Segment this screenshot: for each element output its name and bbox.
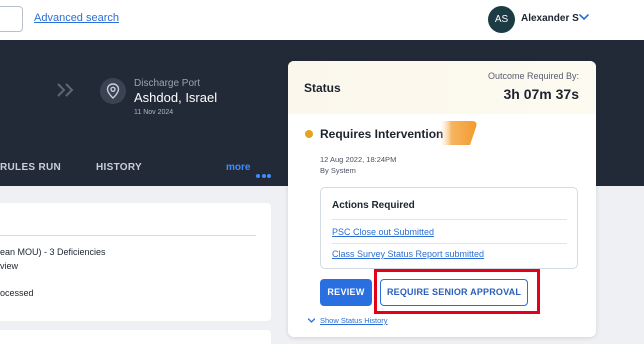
divider — [332, 243, 567, 244]
review-button[interactable]: REVIEW — [320, 279, 372, 306]
show-status-history-link[interactable]: Show Status History — [320, 316, 388, 325]
discharge-port-date: 11 Nov 2024 — [134, 109, 174, 116]
actions-required-box: Actions Required PSC Close out Submitted… — [320, 187, 578, 269]
status-timestamp: 12 Aug 2022, 18:24PM — [320, 155, 397, 164]
outcome-required-label: Outcome Required By: — [487, 71, 579, 81]
divider — [332, 219, 567, 220]
double-chevron-right-icon — [57, 83, 74, 97]
status-indicator-dot — [305, 130, 313, 138]
user-name[interactable]: Alexander S — [521, 13, 579, 24]
chevron-down-icon[interactable] — [307, 316, 316, 325]
tab-rules-run[interactable]: RULES RUN — [0, 162, 61, 173]
inspection-detail: view — [0, 261, 19, 271]
inspection-card — [0, 203, 271, 321]
status-state-label: Requires Intervention — [320, 127, 444, 141]
chevron-down-icon[interactable] — [577, 10, 591, 24]
action-link-class-survey[interactable]: Class Survey Status Report submitted — [332, 249, 484, 259]
secondary-card — [0, 330, 271, 344]
status-flag-badge — [438, 121, 477, 145]
more-dots-icon[interactable] — [256, 165, 273, 183]
status-author: By System — [320, 166, 356, 175]
discharge-port-label: Discharge Port — [134, 78, 201, 89]
actions-required-title: Actions Required — [332, 200, 415, 211]
inspection-summary: ean MOU) - 3 Deficiencies — [0, 247, 106, 257]
status-title: Status — [304, 81, 341, 95]
outcome-countdown: 3h 07m 37s — [503, 86, 580, 102]
discharge-port-name: Ashdod, Israel — [134, 90, 218, 105]
search-input[interactable] — [0, 6, 23, 32]
tab-more[interactable]: more — [226, 162, 250, 173]
inspection-status: ocessed — [0, 288, 34, 298]
avatar[interactable]: AS — [488, 6, 515, 33]
top-bar: Advanced search AS Alexander S — [0, 0, 644, 40]
action-link-psc-closeout[interactable]: PSC Close out Submitted — [332, 227, 434, 237]
highlight-box — [374, 269, 540, 314]
location-pin-icon — [100, 78, 126, 104]
tab-history[interactable]: HISTORY — [96, 162, 142, 173]
divider — [0, 235, 256, 236]
advanced-search-link[interactable]: Advanced search — [34, 12, 119, 24]
status-panel: Status Outcome Required By: 3h 07m 37s R… — [288, 61, 596, 337]
